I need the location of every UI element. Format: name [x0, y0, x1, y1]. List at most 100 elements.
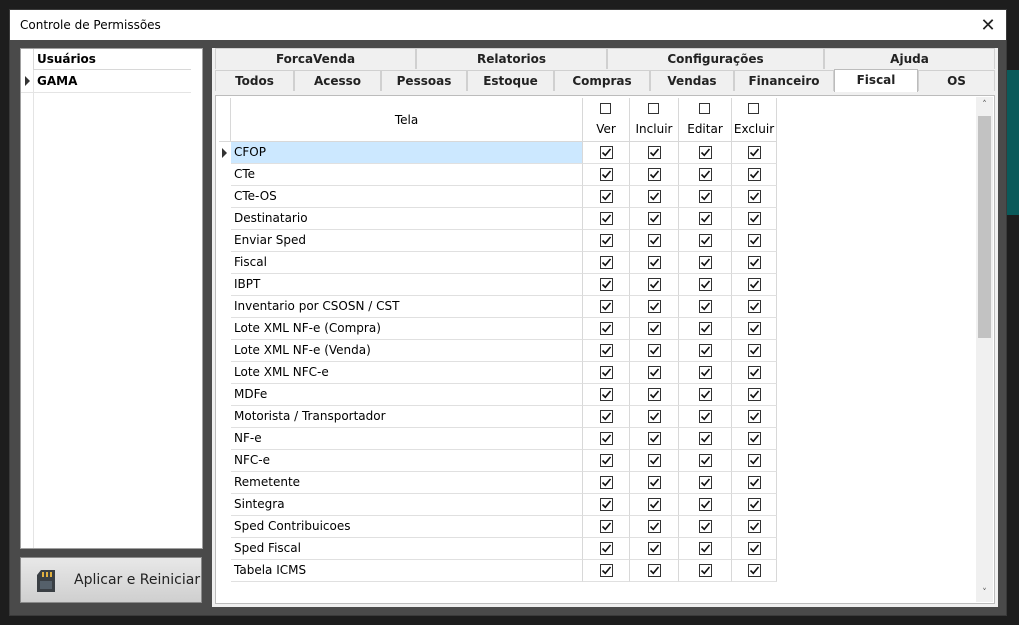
- editar-checkbox[interactable]: [699, 322, 712, 335]
- incluir-checkbox[interactable]: [648, 366, 661, 379]
- tab-compras[interactable]: Compras: [554, 70, 650, 91]
- incluir-checkbox[interactable]: [648, 410, 661, 423]
- ver-checkbox[interactable]: [600, 168, 613, 181]
- tela-cell[interactable]: Sped Contribuicoes: [231, 516, 583, 538]
- tab-vendas[interactable]: Vendas: [650, 70, 734, 91]
- select-all-editar-checkbox[interactable]: [699, 103, 710, 114]
- ver-checkbox[interactable]: [600, 498, 613, 511]
- excluir-checkbox[interactable]: [748, 344, 761, 357]
- incluir-checkbox[interactable]: [648, 542, 661, 555]
- editar-checkbox[interactable]: [699, 564, 712, 577]
- incluir-checkbox[interactable]: [648, 564, 661, 577]
- user-row-gama[interactable]: GAMA: [21, 71, 191, 93]
- editar-checkbox[interactable]: [699, 520, 712, 533]
- incluir-checkbox[interactable]: [648, 190, 661, 203]
- tela-cell[interactable]: Sped Fiscal: [231, 538, 583, 560]
- excluir-checkbox[interactable]: [748, 278, 761, 291]
- excluir-checkbox[interactable]: [748, 168, 761, 181]
- editar-checkbox[interactable]: [699, 542, 712, 555]
- excluir-checkbox[interactable]: [748, 454, 761, 467]
- ver-checkbox[interactable]: [600, 432, 613, 445]
- incluir-checkbox[interactable]: [648, 168, 661, 181]
- tela-cell[interactable]: CTe: [231, 164, 583, 186]
- excluir-checkbox[interactable]: [748, 190, 761, 203]
- excluir-checkbox[interactable]: [748, 432, 761, 445]
- editar-checkbox[interactable]: [699, 410, 712, 423]
- excluir-checkbox[interactable]: [748, 256, 761, 269]
- ver-checkbox[interactable]: [600, 322, 613, 335]
- table-row[interactable]: Fiscal: [219, 252, 777, 274]
- editar-checkbox[interactable]: [699, 454, 712, 467]
- table-row[interactable]: CTe: [219, 164, 777, 186]
- scroll-up-icon[interactable]: ˄: [976, 97, 993, 114]
- table-row[interactable]: Lote XML NF-e (Venda): [219, 340, 777, 362]
- tela-cell[interactable]: Lote XML NF-e (Venda): [231, 340, 583, 362]
- excluir-checkbox[interactable]: [748, 366, 761, 379]
- ver-checkbox[interactable]: [600, 212, 613, 225]
- tela-cell[interactable]: Tabela ICMS: [231, 560, 583, 582]
- tela-cell[interactable]: NFC-e: [231, 450, 583, 472]
- excluir-checkbox[interactable]: [748, 498, 761, 511]
- scroll-thumb[interactable]: [978, 116, 991, 338]
- tela-cell[interactable]: Fiscal: [231, 252, 583, 274]
- ver-checkbox[interactable]: [600, 366, 613, 379]
- table-row[interactable]: MDFe: [219, 384, 777, 406]
- tab-acesso[interactable]: Acesso: [294, 70, 381, 91]
- excluir-checkbox[interactable]: [748, 234, 761, 247]
- ver-checkbox[interactable]: [600, 454, 613, 467]
- tela-cell[interactable]: Lote XML NFC-e: [231, 362, 583, 384]
- tela-cell[interactable]: CFOP: [231, 142, 583, 164]
- table-row[interactable]: CFOP: [219, 142, 777, 164]
- ver-checkbox[interactable]: [600, 300, 613, 313]
- ver-checkbox[interactable]: [600, 278, 613, 291]
- excluir-checkbox[interactable]: [748, 146, 761, 159]
- excluir-checkbox[interactable]: [748, 476, 761, 489]
- incluir-checkbox[interactable]: [648, 322, 661, 335]
- editar-checkbox[interactable]: [699, 476, 712, 489]
- table-row[interactable]: CTe-OS: [219, 186, 777, 208]
- table-row[interactable]: Lote XML NFC-e: [219, 362, 777, 384]
- editar-checkbox[interactable]: [699, 146, 712, 159]
- incluir-checkbox[interactable]: [648, 476, 661, 489]
- tela-cell[interactable]: NF-e: [231, 428, 583, 450]
- table-row[interactable]: Inventario por CSOSN / CST: [219, 296, 777, 318]
- editar-checkbox[interactable]: [699, 388, 712, 401]
- table-row[interactable]: Tabela ICMS: [219, 560, 777, 582]
- ver-checkbox[interactable]: [600, 190, 613, 203]
- tab-os[interactable]: OS: [918, 70, 995, 91]
- table-row[interactable]: Sintegra: [219, 494, 777, 516]
- incluir-checkbox[interactable]: [648, 278, 661, 291]
- table-row[interactable]: Remetente: [219, 472, 777, 494]
- tela-cell[interactable]: Remetente: [231, 472, 583, 494]
- tab-ajuda[interactable]: Ajuda: [824, 48, 995, 69]
- editar-checkbox[interactable]: [699, 432, 712, 445]
- editar-checkbox[interactable]: [699, 278, 712, 291]
- tab-todos[interactable]: Todos: [215, 70, 294, 91]
- editar-checkbox[interactable]: [699, 256, 712, 269]
- tela-cell[interactable]: CTe-OS: [231, 186, 583, 208]
- ver-checkbox[interactable]: [600, 146, 613, 159]
- ver-checkbox[interactable]: [600, 256, 613, 269]
- editar-checkbox[interactable]: [699, 168, 712, 181]
- incluir-checkbox[interactable]: [648, 498, 661, 511]
- table-row[interactable]: Sped Fiscal: [219, 538, 777, 560]
- tela-cell[interactable]: Lote XML NF-e (Compra): [231, 318, 583, 340]
- excluir-checkbox[interactable]: [748, 542, 761, 555]
- ver-checkbox[interactable]: [600, 410, 613, 423]
- table-row[interactable]: NFC-e: [219, 450, 777, 472]
- incluir-checkbox[interactable]: [648, 256, 661, 269]
- tab-financeiro[interactable]: Financeiro: [734, 70, 834, 91]
- editar-checkbox[interactable]: [699, 212, 712, 225]
- table-row[interactable]: NF-e: [219, 428, 777, 450]
- tab-estoque[interactable]: Estoque: [467, 70, 554, 91]
- editar-checkbox[interactable]: [699, 190, 712, 203]
- tab-forcavenda[interactable]: ForcaVenda: [215, 48, 416, 69]
- editar-checkbox[interactable]: [699, 498, 712, 511]
- tela-cell[interactable]: MDFe: [231, 384, 583, 406]
- tab-configuracoes[interactable]: Configurações: [607, 48, 824, 69]
- incluir-checkbox[interactable]: [648, 388, 661, 401]
- editar-checkbox[interactable]: [699, 344, 712, 357]
- incluir-checkbox[interactable]: [648, 212, 661, 225]
- ver-checkbox[interactable]: [600, 234, 613, 247]
- ver-checkbox[interactable]: [600, 564, 613, 577]
